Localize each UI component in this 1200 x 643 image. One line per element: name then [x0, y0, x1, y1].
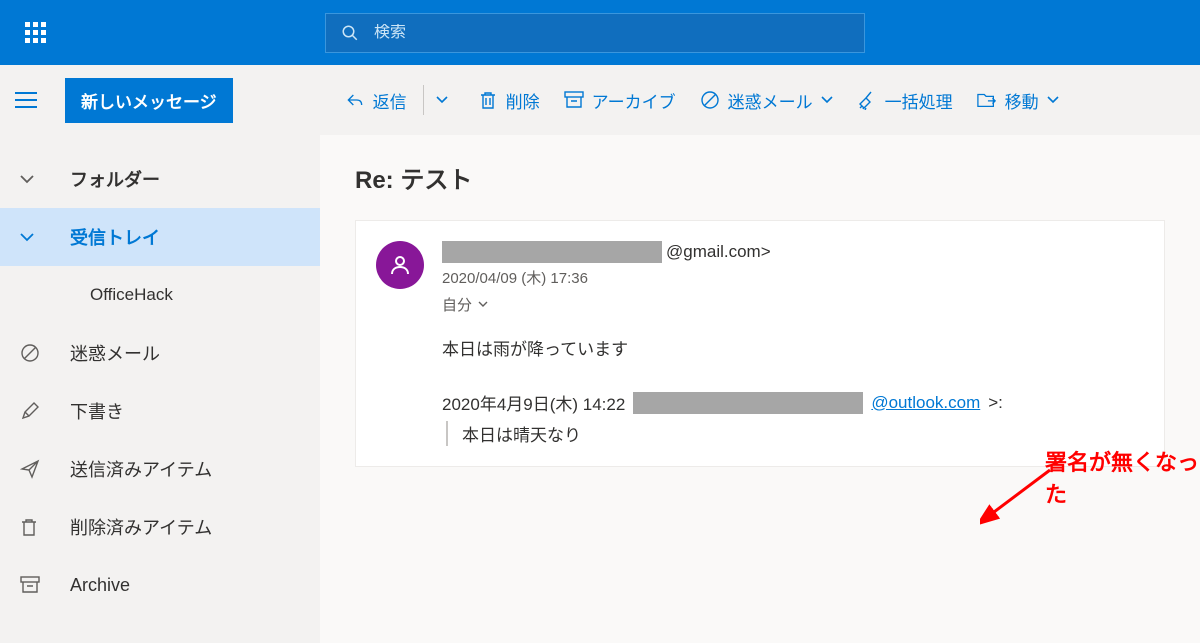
sidebar-item-archive[interactable]: Archive: [0, 556, 320, 614]
folders-label: フォルダー: [70, 166, 160, 192]
sidebar-item-label: Archive: [70, 575, 130, 596]
send-icon: [20, 459, 40, 479]
broom-icon: [857, 90, 877, 110]
sidebar-item-officehack[interactable]: OfficeHack: [0, 266, 320, 324]
chevron-down-icon: [478, 301, 488, 308]
reading-pane: Re: テスト @gmail.com> 2020/04/09 (木) 17:36…: [320, 135, 1200, 643]
waffle-icon: [25, 22, 46, 43]
reply-icon: [345, 90, 365, 110]
recipient-text: 自分: [442, 294, 472, 315]
reply-label: 返信: [373, 88, 407, 113]
archive-icon: [564, 90, 584, 110]
quoted-header: 2020年4月9日(木) 14:22 @outlook.com >:: [442, 390, 1144, 415]
move-button[interactable]: 移動: [965, 80, 1071, 121]
sidebar-item-junk[interactable]: 迷惑メール: [0, 324, 320, 382]
quoted-tail: >:: [988, 393, 1003, 413]
sweep-label: 一括処理: [885, 88, 953, 113]
sidebar-item-drafts[interactable]: 下書き: [0, 382, 320, 440]
message-body-line: 本日は雨が降っています: [442, 335, 1144, 360]
junk-icon: [20, 343, 40, 363]
person-icon: [388, 253, 412, 277]
avatar: [376, 241, 424, 289]
archive-button[interactable]: アーカイブ: [552, 80, 688, 121]
message-recipient[interactable]: 自分: [442, 294, 1144, 315]
sidebar-item-label: OfficeHack: [90, 285, 173, 305]
app-launcher-button[interactable]: [15, 13, 55, 53]
message-card: @gmail.com> 2020/04/09 (木) 17:36 自分 本日は雨…: [355, 220, 1165, 467]
junk-button[interactable]: 迷惑メール: [688, 80, 845, 121]
quoted-date: 2020年4月9日(木) 14:22: [442, 390, 625, 415]
reply-button[interactable]: 返信: [333, 80, 419, 121]
sidebar-item-label: 受信トレイ: [70, 224, 160, 250]
redacted-name: [442, 241, 662, 263]
junk-icon: [700, 90, 720, 110]
command-bar: 新しいメッセージ 返信 削除 アーカイブ 迷惑メール 一括処理: [0, 65, 1200, 135]
delete-button[interactable]: 削除: [466, 80, 552, 121]
app-header: [0, 0, 1200, 65]
sidebar-item-label: 送信済みアイテム: [70, 456, 212, 482]
hamburger-button[interactable]: [15, 92, 55, 108]
redacted-name: [633, 392, 863, 414]
chevron-down-icon: [20, 174, 40, 184]
chevron-down-icon: [20, 232, 40, 242]
message-date: 2020/04/09 (木) 17:36: [442, 267, 1144, 288]
move-label: 移動: [1005, 88, 1039, 113]
pencil-icon: [20, 401, 40, 421]
reply-dropdown[interactable]: [428, 88, 456, 112]
search-icon: [341, 24, 359, 42]
folders-header[interactable]: フォルダー: [0, 150, 320, 208]
chevron-down-icon: [821, 96, 833, 104]
sidebar-item-inbox[interactable]: 受信トレイ: [0, 208, 320, 266]
sender-line: @gmail.com>: [442, 241, 1144, 263]
sidebar-item-label: 削除済みアイテム: [70, 514, 212, 540]
quoted-body: 本日は晴天なり: [446, 421, 1144, 446]
annotation-arrow: [980, 465, 1060, 525]
sweep-button[interactable]: 一括処理: [845, 80, 965, 121]
search-box[interactable]: [325, 13, 865, 53]
search-input[interactable]: [374, 24, 849, 42]
quoted-email-link[interactable]: @outlook.com: [871, 393, 980, 413]
sidebar-item-sent[interactable]: 送信済みアイテム: [0, 440, 320, 498]
sidebar-item-deleted[interactable]: 削除済みアイテム: [0, 498, 320, 556]
move-icon: [977, 90, 997, 110]
sender-email-suffix: @gmail.com>: [666, 242, 771, 262]
sidebar-item-label: 迷惑メール: [70, 340, 160, 366]
message-subject: Re: テスト: [355, 160, 1165, 195]
archive-icon: [20, 576, 40, 594]
junk-label: 迷惑メール: [728, 88, 813, 113]
sidebar-item-label: 下書き: [70, 398, 124, 424]
trash-icon: [20, 517, 40, 537]
trash-icon: [478, 90, 498, 110]
separator: [423, 85, 424, 115]
folder-pane: フォルダー 受信トレイ OfficeHack 迷惑メール 下書き: [0, 135, 320, 643]
archive-label: アーカイブ: [592, 88, 676, 113]
delete-label: 削除: [506, 88, 540, 113]
chevron-down-icon: [1047, 96, 1059, 104]
new-message-button[interactable]: 新しいメッセージ: [65, 78, 233, 123]
